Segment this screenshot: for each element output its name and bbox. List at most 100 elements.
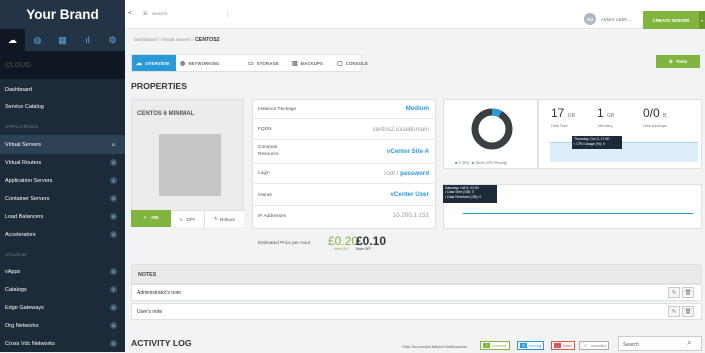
- count-badge: 0: [110, 159, 117, 166]
- tab-console[interactable]: ▢ CONSOLE: [337, 55, 368, 71]
- property-row-ip-addresses: IP Addresses 10.200.1.151: [252, 206, 436, 229]
- chart-icon[interactable]: ıl: [75, 29, 100, 51]
- sidebar-group-label: APPLIANCES: [5, 125, 39, 130]
- property-label: Login: [258, 171, 270, 176]
- globe-icon[interactable]: ◍: [25, 29, 50, 51]
- breadcrumb-virtual-servers[interactable]: Virtual servers: [161, 37, 191, 42]
- disk-size-value: 17: [551, 106, 565, 120]
- search-icon[interactable]: ⌕: [687, 338, 691, 348]
- tab-overview[interactable]: ☁ OVERVIEW: [132, 55, 176, 71]
- properties-title: PROPERTIES: [131, 81, 187, 91]
- trash-icon: 🗑: [684, 308, 692, 315]
- property-value[interactable]: Medium: [406, 105, 429, 112]
- search-input[interactable]: Search: [152, 10, 228, 19]
- sidebar-item-accelerators[interactable]: Accelerators 0: [0, 225, 125, 244]
- tools-button[interactable]: ⚙ Tools: [656, 55, 700, 68]
- sidebar-icon-bar: ☁ ◍ ▦ ıl ⚙: [0, 29, 125, 51]
- edit-admin-note-button[interactable]: ✎: [668, 287, 680, 298]
- cpu-legend: ■ 1 CPU ■ 100% CPU Priority: [455, 161, 507, 165]
- property-row-owner: Owner vCenter User: [252, 184, 436, 206]
- reboot-label: Reboot: [220, 216, 235, 222]
- sidebar-item-virtual-servers[interactable]: Virtual Servers 11: [0, 135, 125, 154]
- gear-icon[interactable]: ⚙: [100, 29, 125, 51]
- power-off-button[interactable]: ϟ OFF: [171, 210, 204, 227]
- breadcrumb-dashboard[interactable]: Dashboard: [134, 37, 157, 42]
- price-mode-off-label: Mode OFF: [356, 247, 372, 251]
- disk-size-label: Disk Size: [551, 123, 568, 128]
- property-value[interactable]: vCenter Site A: [387, 148, 429, 155]
- filter-complete[interactable]: ✓ complete: [480, 341, 510, 350]
- property-label: FQDN: [258, 127, 272, 132]
- sidebar-item-container-servers[interactable]: Container Servers 0: [0, 189, 125, 208]
- tab-networking[interactable]: ◍ NETWORKING: [180, 55, 220, 71]
- back-button[interactable]: <: [128, 10, 132, 17]
- tab-backups[interactable]: ▥ BACKUPS: [292, 55, 323, 71]
- count-badge: 0: [110, 231, 117, 238]
- disk-backups-stat: 0/0 B: [643, 106, 666, 120]
- sidebar-item-virtual-routers[interactable]: Virtual Routers 0: [0, 153, 125, 172]
- menu-icon[interactable]: ≡: [143, 9, 148, 18]
- console-icon: ▢: [337, 60, 343, 67]
- tab-label: OVERVIEW: [145, 60, 170, 66]
- create-server-dropdown-button[interactable]: ▾: [699, 11, 705, 29]
- delete-admin-note-button[interactable]: 🗑: [682, 287, 694, 298]
- sidebar-group-label: VCLOUD: [5, 253, 27, 258]
- memory-label: Memory: [598, 123, 613, 128]
- price-mode-on-label: Mode ON: [334, 247, 348, 251]
- avatar[interactable]: AU: [584, 13, 596, 25]
- minus-icon: –: [554, 343, 561, 348]
- login-password[interactable]: password: [400, 170, 429, 177]
- tab-label: CONSOLE: [345, 60, 368, 66]
- grid-icon[interactable]: ▦: [50, 29, 75, 51]
- refresh-icon: ↻: [520, 343, 527, 348]
- count-badge: 0: [110, 340, 117, 347]
- filter-failed[interactable]: – failed: [551, 341, 575, 350]
- power-on-label: ON: [151, 216, 159, 221]
- estimated-price-label: Estimated Price per Hour: [258, 240, 311, 245]
- sidebar-item-application-servers[interactable]: Application Servers 1: [0, 171, 125, 190]
- sidebar-item-load-balancers[interactable]: Load Balancers 0: [0, 207, 125, 226]
- filter-cancelled[interactable]: ✕ cancelled: [579, 341, 610, 350]
- user-menu[interactable]: ADMIN USER ⌄: [601, 17, 632, 22]
- sidebar-item-label: Edge Gateways: [5, 304, 44, 311]
- refresh-icon: ↻: [214, 216, 219, 221]
- hide-successful-notifications-toggle[interactable]: Hide Successful Market Notifications: [402, 344, 467, 349]
- storage-icon: ▭: [248, 60, 254, 67]
- legend-square-icon: ■: [455, 161, 458, 165]
- sidebar-item-service-catalog[interactable]: Service Catalog: [0, 97, 125, 116]
- count-badge: 1: [110, 286, 117, 293]
- delete-user-note-button[interactable]: 🗑: [682, 306, 694, 317]
- cpu-donut-chart: [471, 108, 513, 150]
- power-on-button[interactable]: + ON: [131, 210, 171, 227]
- sidebar-item-vapps[interactable]: vApps 0: [0, 262, 125, 281]
- tab-label: BACKUPS: [300, 60, 323, 66]
- sidebar-item-cross-vdc-networks[interactable]: Cross Vdc Networks 0: [0, 334, 125, 353]
- disk-size-stat: 17 GB: [551, 106, 575, 120]
- sidebar-item-label: Load Balancers: [5, 213, 44, 220]
- property-row-instance-package: Instance Package Medium: [252, 99, 436, 119]
- breadcrumb: Dashboard › Virtual servers › CENTOS2: [134, 37, 220, 43]
- sidebar-item-org-networks[interactable]: Org Networks 0: [0, 316, 125, 335]
- tools-label: Tools: [675, 59, 688, 64]
- cloud-icon[interactable]: ☁: [0, 29, 25, 51]
- create-server-button[interactable]: CREATE SERVER: [643, 11, 699, 29]
- property-row-compute-resource: Compute Resource vCenter Site A: [252, 140, 436, 164]
- price-mode-on: £0.20: [328, 234, 359, 248]
- sidebar-item-label: Accelerators: [5, 231, 36, 238]
- tab-storage[interactable]: ▭ STORAGE: [248, 55, 279, 71]
- sidebar-item-catalogs[interactable]: Catalogs 1: [0, 280, 125, 299]
- filter-running[interactable]: ↻ running: [517, 341, 544, 350]
- reboot-button[interactable]: ↻ Reboot: [204, 210, 244, 227]
- filter-label: running: [529, 343, 541, 348]
- edit-user-note-button[interactable]: ✎: [668, 306, 680, 317]
- close-icon: ✕: [583, 343, 588, 348]
- vm-name: CENTOS 6 MINIMAL: [137, 111, 195, 117]
- network-usage-line: [463, 213, 693, 214]
- notes-title: NOTES: [131, 264, 702, 284]
- filter-label: failed: [563, 343, 572, 348]
- gear-icon: ⚙: [668, 58, 673, 64]
- brand-logo[interactable]: Your Brand: [0, 0, 125, 29]
- property-value[interactable]: vCenter User: [390, 191, 429, 198]
- property-value: 10.200.1.151: [392, 212, 429, 219]
- sidebar-item-edge-gateways[interactable]: Edge Gateways 0: [0, 298, 125, 317]
